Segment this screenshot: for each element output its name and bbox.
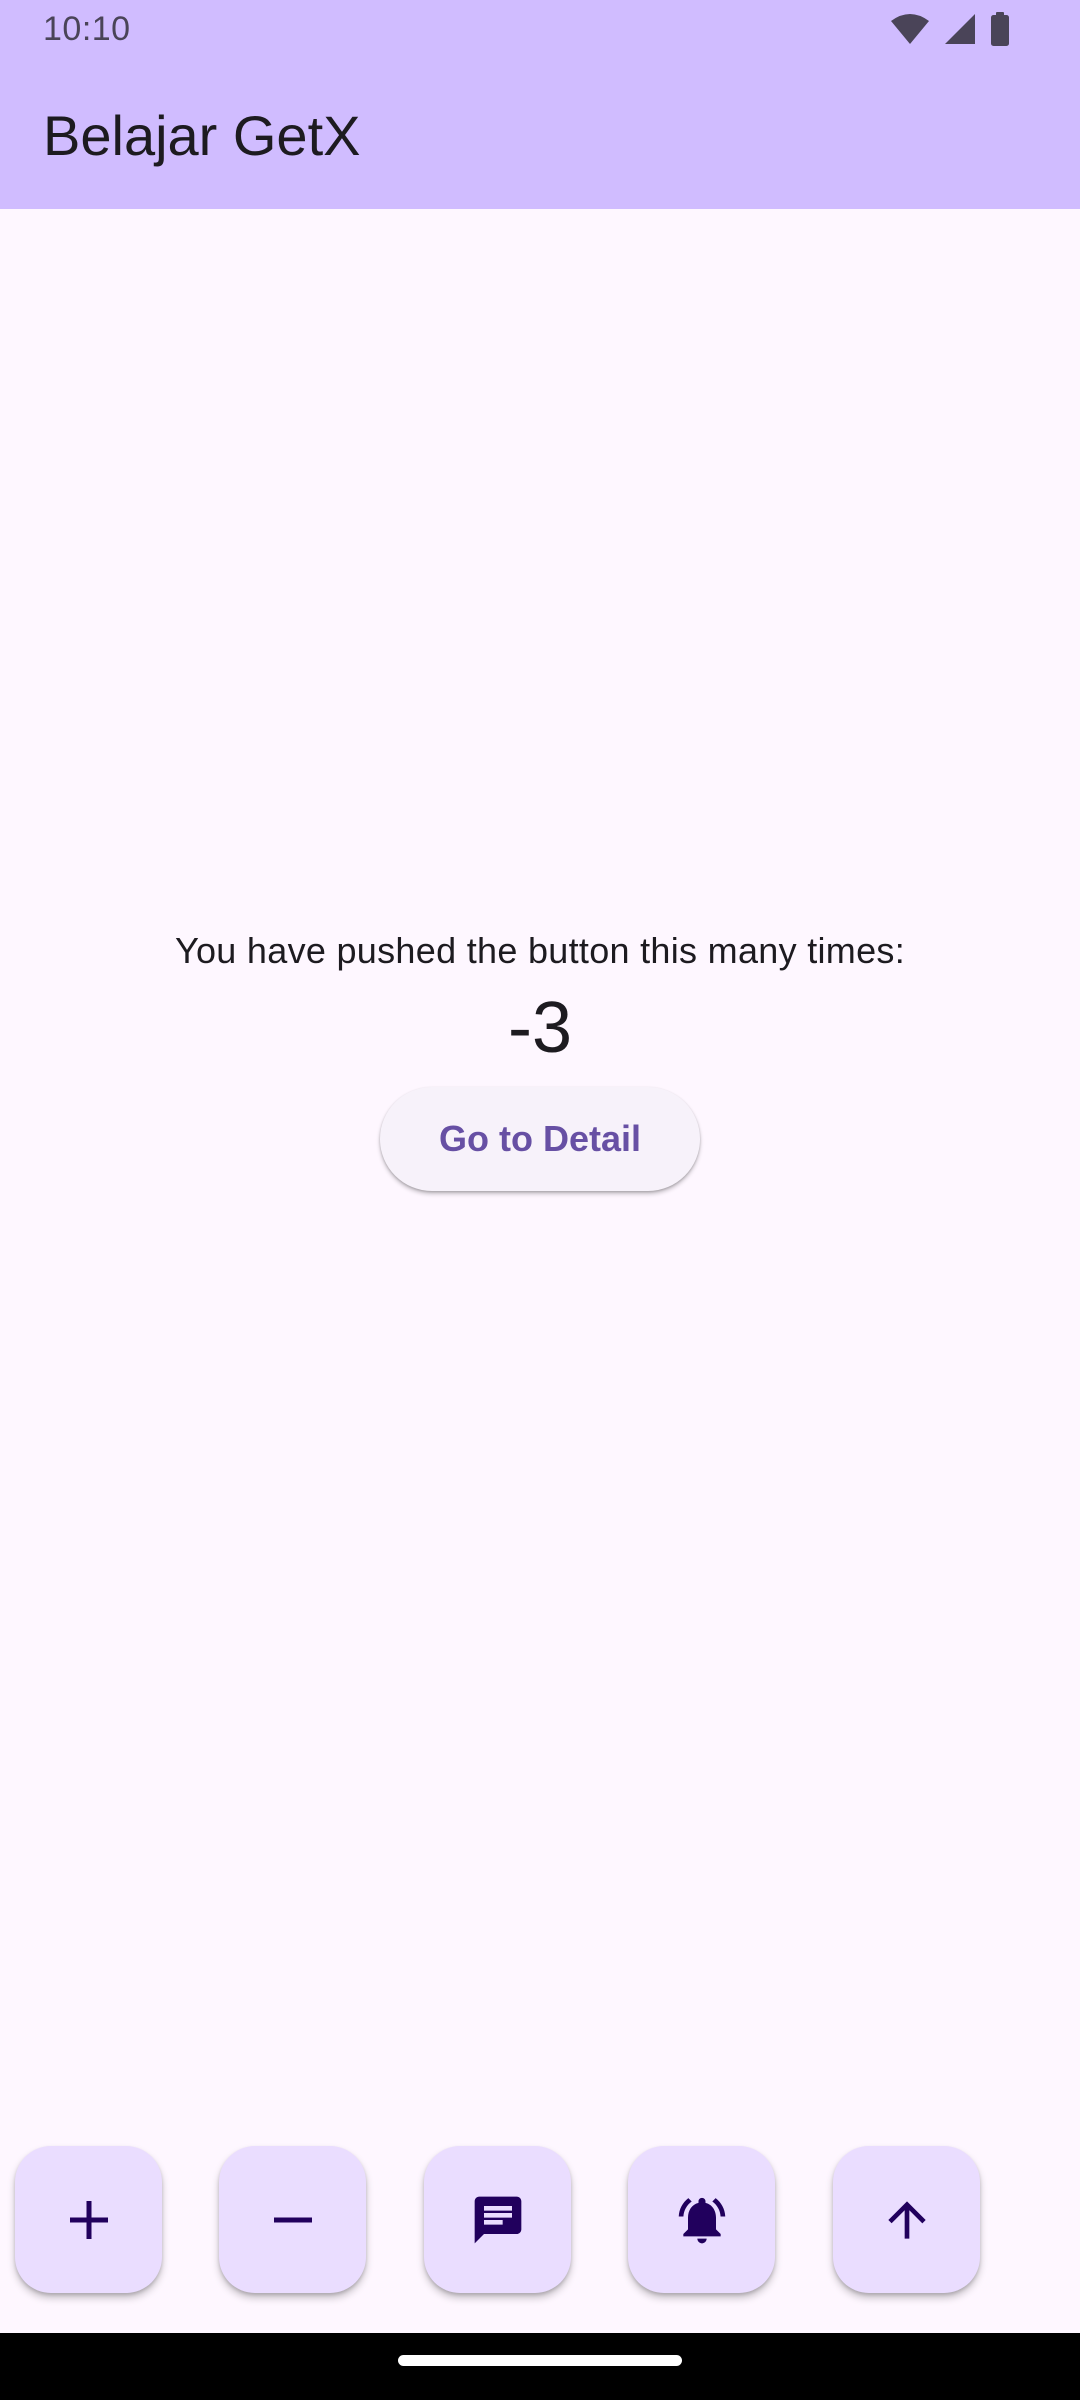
status-icons [890, 11, 1010, 51]
battery-icon [990, 11, 1010, 51]
home-indicator[interactable] [398, 2355, 682, 2366]
app-bar: Belajar GetX [0, 63, 1080, 209]
decrement-fab[interactable] [219, 2146, 366, 2293]
push-count-message: You have pushed the button this many tim… [174, 930, 906, 971]
status-bar: 10:10 [0, 0, 1080, 63]
scroll-up-fab[interactable] [833, 2146, 980, 2293]
notification-fab[interactable] [628, 2146, 775, 2293]
arrow-upward-icon [879, 2192, 935, 2248]
notification-ring-icon [674, 2192, 730, 2248]
remove-icon [271, 2198, 315, 2242]
message-icon [470, 2192, 526, 2248]
wifi-icon [890, 13, 930, 50]
status-time: 10:10 [43, 10, 131, 48]
system-nav-bar [0, 2333, 1080, 2400]
app-title: Belajar GetX [43, 104, 361, 167]
counter-value: -3 [507, 988, 573, 1068]
main-content [0, 209, 1080, 2333]
go-to-detail-button[interactable]: Go to Detail [380, 1087, 700, 1191]
increment-fab[interactable] [15, 2146, 162, 2293]
message-fab[interactable] [424, 2146, 571, 2293]
cellular-signal-icon [944, 13, 976, 50]
add-icon [67, 2198, 111, 2242]
